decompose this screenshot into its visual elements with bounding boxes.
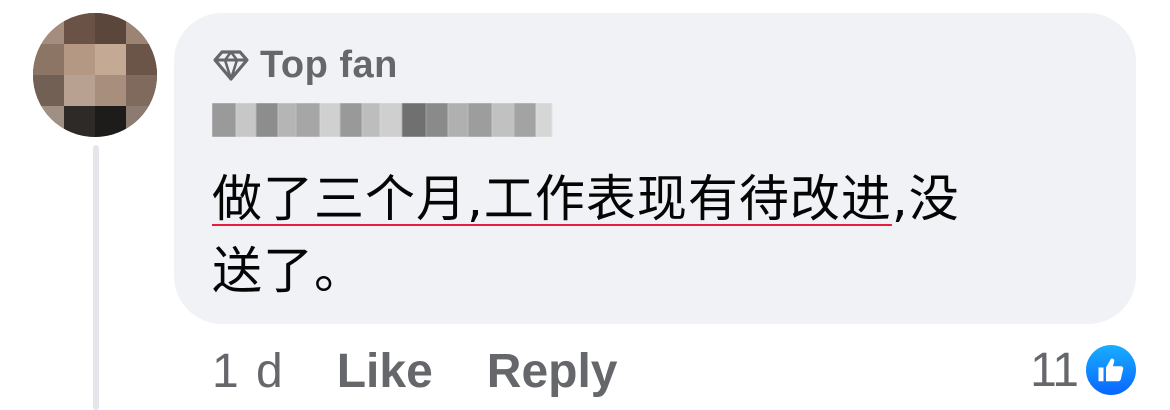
timestamp[interactable]: 1 d [212,344,285,399]
spellcheck-underlined-text: 做了三个月,工作表现有待改进 [212,170,892,228]
comment-text-line1-end: ,没 [891,170,960,228]
reply-button[interactable]: Reply [487,344,618,399]
badge-label: Top fan [260,43,398,86]
comment-actions: 1 d Like Reply [212,340,672,402]
avatar[interactable] [33,13,157,137]
comment-text: 做了三个月,工作表现有待改进,没送了。 [212,163,1112,307]
reaction-summary[interactable]: 11 [1030,342,1136,398]
like-button[interactable]: Like [337,344,433,399]
diamond-icon [212,48,250,82]
top-fan-badge: Top fan [212,40,398,90]
author-name-blurred[interactable] [212,103,554,137]
reply-thread-line [93,145,99,410]
comment-text-line2: 送了。 [212,242,365,300]
thumbs-up-icon [1086,345,1136,395]
reaction-count: 11 [1030,343,1079,397]
